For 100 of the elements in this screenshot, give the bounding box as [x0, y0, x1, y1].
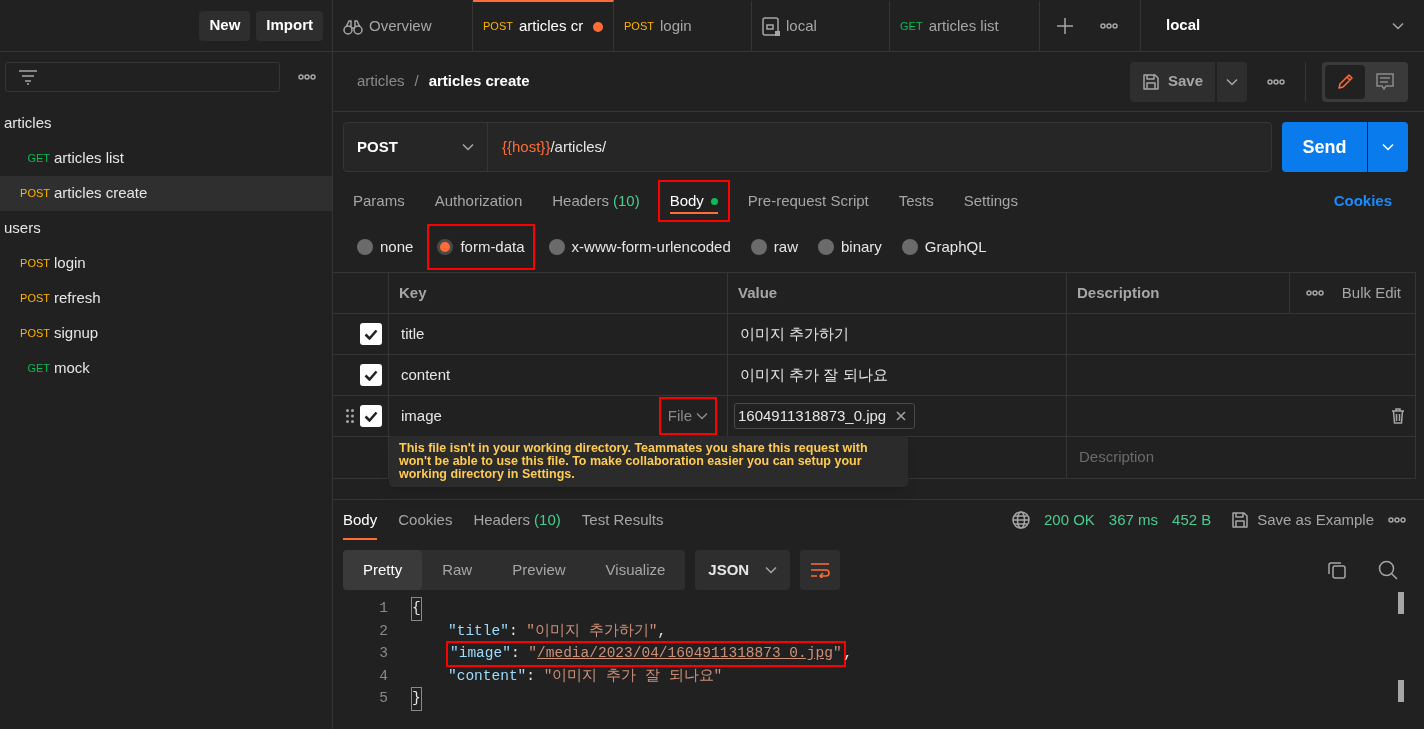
folder-item[interactable]: articles	[0, 106, 332, 141]
response-time: 367 ms	[1108, 509, 1159, 530]
column-header: Description	[1077, 282, 1160, 303]
more-icon[interactable]	[1100, 22, 1118, 29]
value-field[interactable]: 이미지 추가 잘 되나요	[734, 363, 888, 387]
checkbox[interactable]	[360, 323, 382, 345]
value-field[interactable]: 이미지 추가하기	[734, 322, 850, 346]
line-number: 1	[378, 599, 388, 619]
drag-handle-icon[interactable]	[346, 409, 354, 423]
column-header: Value	[738, 282, 778, 303]
response-tab[interactable]: Test Results	[581, 500, 664, 540]
key-field[interactable]: image	[401, 404, 442, 428]
tooltip: This file isn't in your working directory. Teammates you share this request with won't be able to use this file. To make collaboration easier you can setup your working directory in Settings.	[389, 436, 908, 487]
body-type-radio[interactable]: form-data	[429, 226, 533, 268]
wrap-button[interactable]	[800, 550, 841, 590]
request-tab[interactable]: Authorization	[424, 182, 533, 220]
send-button[interactable]: Send	[1282, 122, 1367, 172]
file-chip: 1604911318873_0.jpg	[734, 403, 916, 429]
body-type-radio[interactable]: GraphQL	[897, 226, 991, 268]
pencil-icon	[1336, 72, 1354, 91]
chevron-down-icon[interactable]	[1392, 21, 1404, 30]
request-tab[interactable]: Headers (10)	[542, 182, 650, 220]
request-item[interactable]: POST signup	[0, 316, 332, 351]
request-tab[interactable]: Pre-request Script	[737, 182, 879, 220]
response-tab[interactable]: Headers (10)	[473, 500, 561, 540]
request-title: articles create	[428, 71, 530, 92]
body-type-radio[interactable]: binary	[813, 226, 886, 268]
response-tab[interactable]: Body	[343, 500, 378, 540]
scrollbar-thumb[interactable]	[1398, 592, 1404, 614]
binoculars-icon	[343, 18, 363, 35]
filter-field[interactable]	[5, 62, 280, 92]
body-type-radio[interactable]: raw	[746, 226, 802, 268]
request-item[interactable]: GET mock	[0, 351, 332, 386]
request-item[interactable]: POST login	[0, 246, 332, 281]
check-icon	[364, 328, 378, 340]
edit-button[interactable]	[1325, 64, 1365, 99]
more-icon[interactable]	[1388, 517, 1406, 523]
key-field[interactable]: content	[401, 363, 451, 387]
search-icon[interactable]	[1378, 560, 1398, 580]
code-line: "content": "이미지 추가 잘 되나요"	[447, 666, 723, 686]
request-tab[interactable]: Body	[659, 182, 728, 220]
code-line: "image": "/media/2023/04/1604911318873_0.jpg",	[412, 643, 853, 666]
view-mode-tab[interactable]: Pretty	[343, 550, 423, 590]
column-header: Key	[399, 282, 427, 303]
request-item[interactable]: GET articles list	[0, 141, 332, 176]
folder-item[interactable]: users	[0, 211, 332, 246]
cookies-link[interactable]: Cookies	[1333, 189, 1392, 213]
chevron-down-icon[interactable]	[1226, 77, 1238, 86]
body-type-radio[interactable]: x-www-form-urlencoded	[544, 226, 735, 268]
copy-icon[interactable]	[1328, 561, 1346, 579]
save-button[interactable]: Save	[1129, 61, 1215, 102]
more-icon[interactable]	[1305, 290, 1324, 296]
chevron-down-icon[interactable]	[696, 412, 708, 420]
view-mode-tab[interactable]: Preview	[492, 550, 586, 590]
breadcrumb-link[interactable]: articles	[357, 70, 405, 93]
breadcrumb-separator: /	[414, 71, 419, 92]
environment-icon	[762, 16, 780, 37]
status-code: 200 OK	[1044, 509, 1095, 530]
request-tab[interactable]: Settings	[953, 182, 1028, 220]
line-number: 5	[378, 689, 388, 709]
checkbox[interactable]	[360, 364, 382, 386]
code-line: }	[412, 688, 421, 711]
globe-icon[interactable]	[1012, 511, 1030, 529]
chevron-down-icon[interactable]	[765, 566, 778, 574]
save-as-example-button[interactable]: Save as Example	[1231, 508, 1374, 532]
check-icon	[364, 410, 378, 422]
key-field[interactable]: title	[401, 322, 425, 346]
checkbox[interactable]	[360, 405, 382, 427]
wrap-lines-icon	[810, 562, 831, 578]
format-select[interactable]: JSON	[695, 550, 791, 590]
more-icon[interactable]	[298, 74, 316, 80]
request-tab[interactable]: Params	[343, 182, 415, 220]
request-tab[interactable]: Tests	[888, 182, 944, 220]
body-type-radio[interactable]: none	[353, 226, 418, 268]
request-item[interactable]: POST articles create	[0, 176, 332, 211]
check-icon	[364, 369, 378, 381]
code-text: "image": "/media/2023/04/1604911318873_0.jpg"	[448, 643, 844, 666]
line-number: 2	[378, 621, 388, 641]
bulk-edit-button[interactable]: Bulk Edit	[1341, 281, 1401, 305]
response-tab[interactable]: Cookies	[398, 500, 453, 540]
view-mode-tab[interactable]: Raw	[422, 550, 493, 590]
filter-icon	[18, 69, 38, 85]
scrollbar-thumb[interactable]	[1398, 680, 1404, 702]
code-line: {	[412, 598, 421, 621]
more-icon[interactable]	[1267, 78, 1285, 85]
save-icon	[1141, 72, 1160, 91]
close-icon[interactable]	[896, 411, 907, 421]
plus-icon[interactable]	[1056, 16, 1074, 35]
new-button[interactable]: New	[199, 10, 251, 41]
save-icon	[1231, 511, 1250, 529]
line-number: 4	[378, 666, 388, 686]
environment-selector[interactable]: local	[1140, 0, 1424, 51]
request-item[interactable]: POST refresh	[0, 281, 332, 316]
comment-icon	[1376, 72, 1394, 91]
code-line: "title": "이미지 추가하기",	[447, 621, 667, 641]
view-mode-tab[interactable]: Visualize	[585, 550, 686, 590]
import-button[interactable]: Import	[256, 10, 323, 41]
request-tab[interactable]: POST articles cr	[473, 0, 614, 51]
type-select[interactable]: File	[660, 399, 715, 433]
trash-icon[interactable]	[1391, 408, 1405, 424]
